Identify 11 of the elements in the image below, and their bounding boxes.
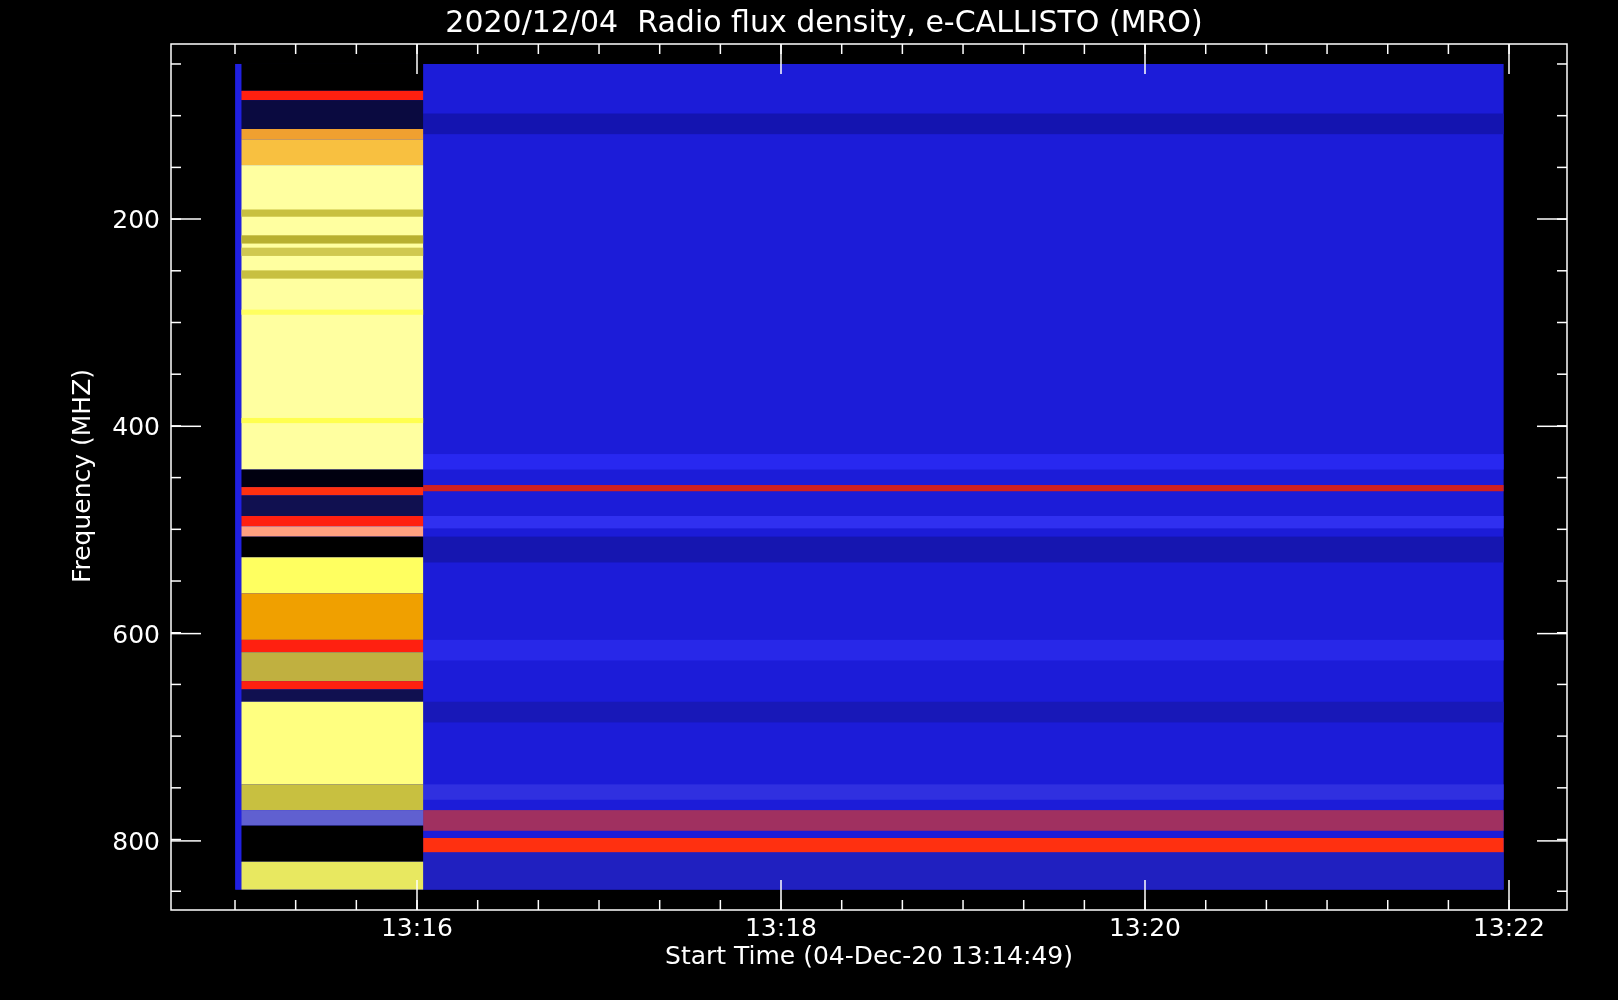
axis-title: Start Time (04-Dec-20 13:14:49) <box>665 941 1073 970</box>
tick-label: 600 <box>112 619 160 649</box>
chart-title: 2020/12/04 Radio flux density, e-CALLISTO (MRO) <box>444 3 1204 41</box>
axis-title: Frequency (MHZ) <box>67 368 96 584</box>
tick-label: 800 <box>112 826 160 856</box>
tick-label: 13:22 <box>1473 913 1545 942</box>
tick-label: 13:20 <box>1109 913 1181 942</box>
tick-label: 400 <box>112 412 160 442</box>
tick-label: 13:16 <box>381 913 453 942</box>
tick-label: 13:18 <box>745 913 817 942</box>
tick-label: 200 <box>112 205 160 234</box>
